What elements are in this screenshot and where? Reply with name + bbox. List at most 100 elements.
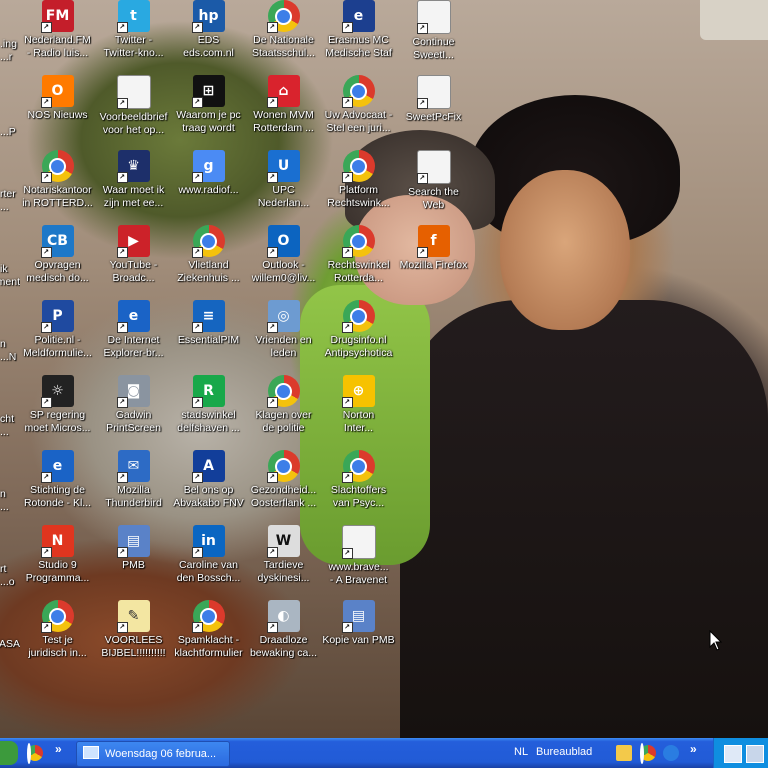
desktop-toolbar-label[interactable]: Bureaublad <box>536 746 592 758</box>
desktop-shortcut[interactable]: CB ↗ Opvragen medisch do... <box>20 225 95 300</box>
start-button[interactable] <box>0 741 18 765</box>
language-indicator[interactable]: NL <box>514 746 528 758</box>
desktop-shortcut[interactable]: W ↗ Tardieve dyskinesi... <box>246 525 321 600</box>
desktop-shortcut[interactable]: ⊞ ↗ Waarom je pc traag wordt <box>171 75 246 150</box>
desktop-shortcut[interactable]: ▤ ↗ Kopie van PMB <box>321 600 396 675</box>
desktop-shortcut[interactable]: N ↗ Studio 9 Programma... <box>20 525 95 600</box>
shortcut-label: Meldformulie... <box>23 346 92 359</box>
desktop-shortcut[interactable]: ⊕ ↗ Norton Inter... <box>321 375 396 450</box>
desktop-shortcut[interactable]: ✎ ↗ VOORLEES BIJBEL!!!!!!!!!! <box>96 600 171 675</box>
tray-network-icon[interactable] <box>746 745 764 763</box>
shortcut-arrow-icon: ↗ <box>191 397 203 408</box>
shortcut-arrow-icon: ↗ <box>341 548 353 559</box>
desktop-shortcut[interactable]: ↗ De Nationale Staatsschul... <box>246 0 321 75</box>
desktop-shortcut[interactable]: ↗ www.brave... - A Bravenet <box>321 525 396 600</box>
desktop-shortcut[interactable]: R ↗ stadswinkel delfshaven ... <box>171 375 246 450</box>
desktop-shortcut[interactable]: ◙ ↗ Gadwin PrintScreen <box>96 375 171 450</box>
shortcut-arrow-icon: ↗ <box>116 397 128 408</box>
desktop-shortcut[interactable]: ↗ Uw Advocaat - Stel een juri... <box>321 75 396 150</box>
chrome-icon[interactable] <box>640 745 656 761</box>
taskbar-task-button[interactable]: Woensdag 06 februa... <box>76 741 230 767</box>
desktop-shortcut[interactable]: ↗ Klagen over de politie <box>246 375 321 450</box>
partial-shortcut-label[interactable]: rter... <box>0 188 20 213</box>
desktop-shortcut[interactable]: ↗ Test je juridisch in... <box>20 600 95 675</box>
desktop-shortcut[interactable]: P ↗ Politie.nl - Meldformulie... <box>20 300 95 375</box>
desktop-shortcut[interactable]: e ↗ Stichting de Rotonde - Kl... <box>20 450 95 525</box>
partial-label-line: r... <box>0 50 13 63</box>
desktop-shortcut[interactable]: e ↗ De Internet Explorer-br... <box>96 300 171 375</box>
desktop-shortcut[interactable]: e ↗ Erasmus MC Medische Staf <box>321 0 396 75</box>
partial-shortcut-label[interactable]: ASA <box>0 638 20 663</box>
shortcut-arrow-icon: ↗ <box>341 472 353 483</box>
desktop-shortcut[interactable]: ↗ Voorbeeldbrief voor het op... <box>96 75 171 150</box>
desktop-shortcut[interactable]: ◐ ↗ Draadloze bewaking ca... <box>246 600 321 675</box>
desktop-shortcut[interactable]: t ↗ Twitter - Twitter-kno... <box>96 0 171 75</box>
desktop-shortcut[interactable]: O ↗ Outlook - willem0@liv... <box>246 225 321 300</box>
quicklaunch-chevron[interactable]: » <box>55 742 62 756</box>
desktop-shortcut[interactable]: hp ↗ EDS eds.com.nl <box>171 0 246 75</box>
shortcut-label: Staatsschul... <box>251 46 316 59</box>
toolbar-chevron[interactable]: » <box>690 742 697 756</box>
desktop-shortcut[interactable]: ↗ Continue SweetI... <box>396 0 471 75</box>
desktop-shortcut[interactable]: ▤ ↗ PMB <box>96 525 171 600</box>
shortcut-label: Outlook - <box>262 259 305 271</box>
desktop-shortcut[interactable]: ↗ Notariskantoor in ROTTERD... <box>20 150 95 225</box>
partial-label-line <box>0 113 20 126</box>
desktop-shortcut[interactable]: ↗ Drugsinfo.nl Antipsychotica <box>321 300 396 375</box>
desktop-shortcut[interactable]: ▶ ↗ YouTube - Broadc... <box>96 225 171 300</box>
partial-label-line: ment <box>0 275 20 288</box>
folder-icon[interactable] <box>616 745 632 761</box>
chrome-icon: ↗ <box>341 300 375 333</box>
partial-shortcut-label[interactable]: n... <box>0 488 20 513</box>
norton-icon: ⊕ ↗ <box>341 375 375 408</box>
shortcut-label: Klagen over <box>255 409 312 421</box>
shortcut-arrow-icon: ↗ <box>416 173 428 184</box>
r-icon: R ↗ <box>191 375 225 408</box>
desktop-shortcut[interactable]: ↗ Spamklacht - klachtformulier <box>171 600 246 675</box>
partial-shortcut-label[interactable]: rt o... <box>0 563 20 588</box>
desktop-shortcut[interactable]: ⌂ ↗ Wonen MVM Rotterdam ... <box>246 75 321 150</box>
shortcut-label: www.brave... <box>328 561 389 573</box>
desktop-shortcut[interactable]: FM ↗ Nederland.FM - Radio luis... <box>20 0 95 75</box>
desktop-shortcut[interactable]: ◎ ↗ Vrienden en leden <box>246 300 321 375</box>
partial-shortcut-label[interactable]: n N... <box>0 338 20 363</box>
shortcut-label: Twitter - <box>114 34 153 46</box>
partial-label-line: ik <box>0 263 8 275</box>
partial-shortcut-label[interactable]: ik ment <box>0 263 20 288</box>
shortcut-label: Gezondheid... <box>250 484 317 496</box>
desktop-shortcut[interactable]: A ↗ Bel ons op Abvakabo FNV <box>171 450 246 525</box>
desktop-shortcut[interactable]: in ↗ Caroline van den Bossch... <box>171 525 246 600</box>
desktop-shortcut[interactable]: ≡ ↗ EssentialPIM <box>171 300 246 375</box>
desktop-shortcut[interactable]: ☼ ↗ SP regering moet Micros... <box>20 375 95 450</box>
desktop-shortcut[interactable]: f ↗ Mozilla Firefox <box>396 225 471 300</box>
ie-icon[interactable] <box>663 745 679 761</box>
shortcut-label: leden <box>270 346 297 359</box>
pmb-icon: ▤ ↗ <box>341 600 375 633</box>
partial-shortcut-label[interactable]: P... <box>0 113 20 138</box>
desktop-shortcut[interactable]: ↗ Slachtoffers van Psyc... <box>321 450 396 525</box>
shortcut-arrow-icon: ↗ <box>416 23 428 34</box>
partial-label-line: rt <box>0 563 7 575</box>
desktop-shortcut[interactable]: ✉ ↗ Mozilla Thunderbird <box>96 450 171 525</box>
desktop-shortcut[interactable]: O ↗ NOS Nieuws <box>20 75 95 150</box>
tray-window-icon[interactable] <box>724 745 742 763</box>
wall-outlet <box>700 0 768 40</box>
partial-shortcut-label[interactable]: ing. r... <box>0 38 20 63</box>
quicklaunch-chrome-icon[interactable] <box>27 745 43 761</box>
desktop-shortcut[interactable]: ↗ Search the Web <box>396 150 471 225</box>
shortcut-label: Rechtswink... <box>327 196 390 209</box>
desktop-shortcut[interactable]: g ↗ www.radiof... <box>171 150 246 225</box>
desktop-shortcut[interactable]: U ↗ UPC Nederlan... <box>246 150 321 225</box>
desktop-shortcut[interactable]: ↗ Rechtswinkel Rotterda... <box>321 225 396 300</box>
desktop-shortcut[interactable]: ↗ SweetPcFix <box>396 75 471 150</box>
shortcut-arrow-icon: ↗ <box>116 247 128 258</box>
desktop-shortcut[interactable]: ♛ ↗ Waar moet ik zijn met ee... <box>96 150 171 225</box>
desktop-shortcut[interactable]: ↗ Platform Rechtswink... <box>321 150 396 225</box>
partial-label-line: N... <box>0 350 17 363</box>
partial-label-line: n <box>0 488 6 500</box>
desktop-shortcut[interactable]: ↗ Vlietland Ziekenhuis ... <box>171 225 246 300</box>
shortcut-label: bewaking ca... <box>249 646 318 659</box>
partial-shortcut-label[interactable]: cht... <box>0 413 20 438</box>
desktop-shortcut[interactable]: ↗ Gezondheid... Oosterflank ... <box>246 450 321 525</box>
chrome-icon: ↗ <box>266 450 300 483</box>
